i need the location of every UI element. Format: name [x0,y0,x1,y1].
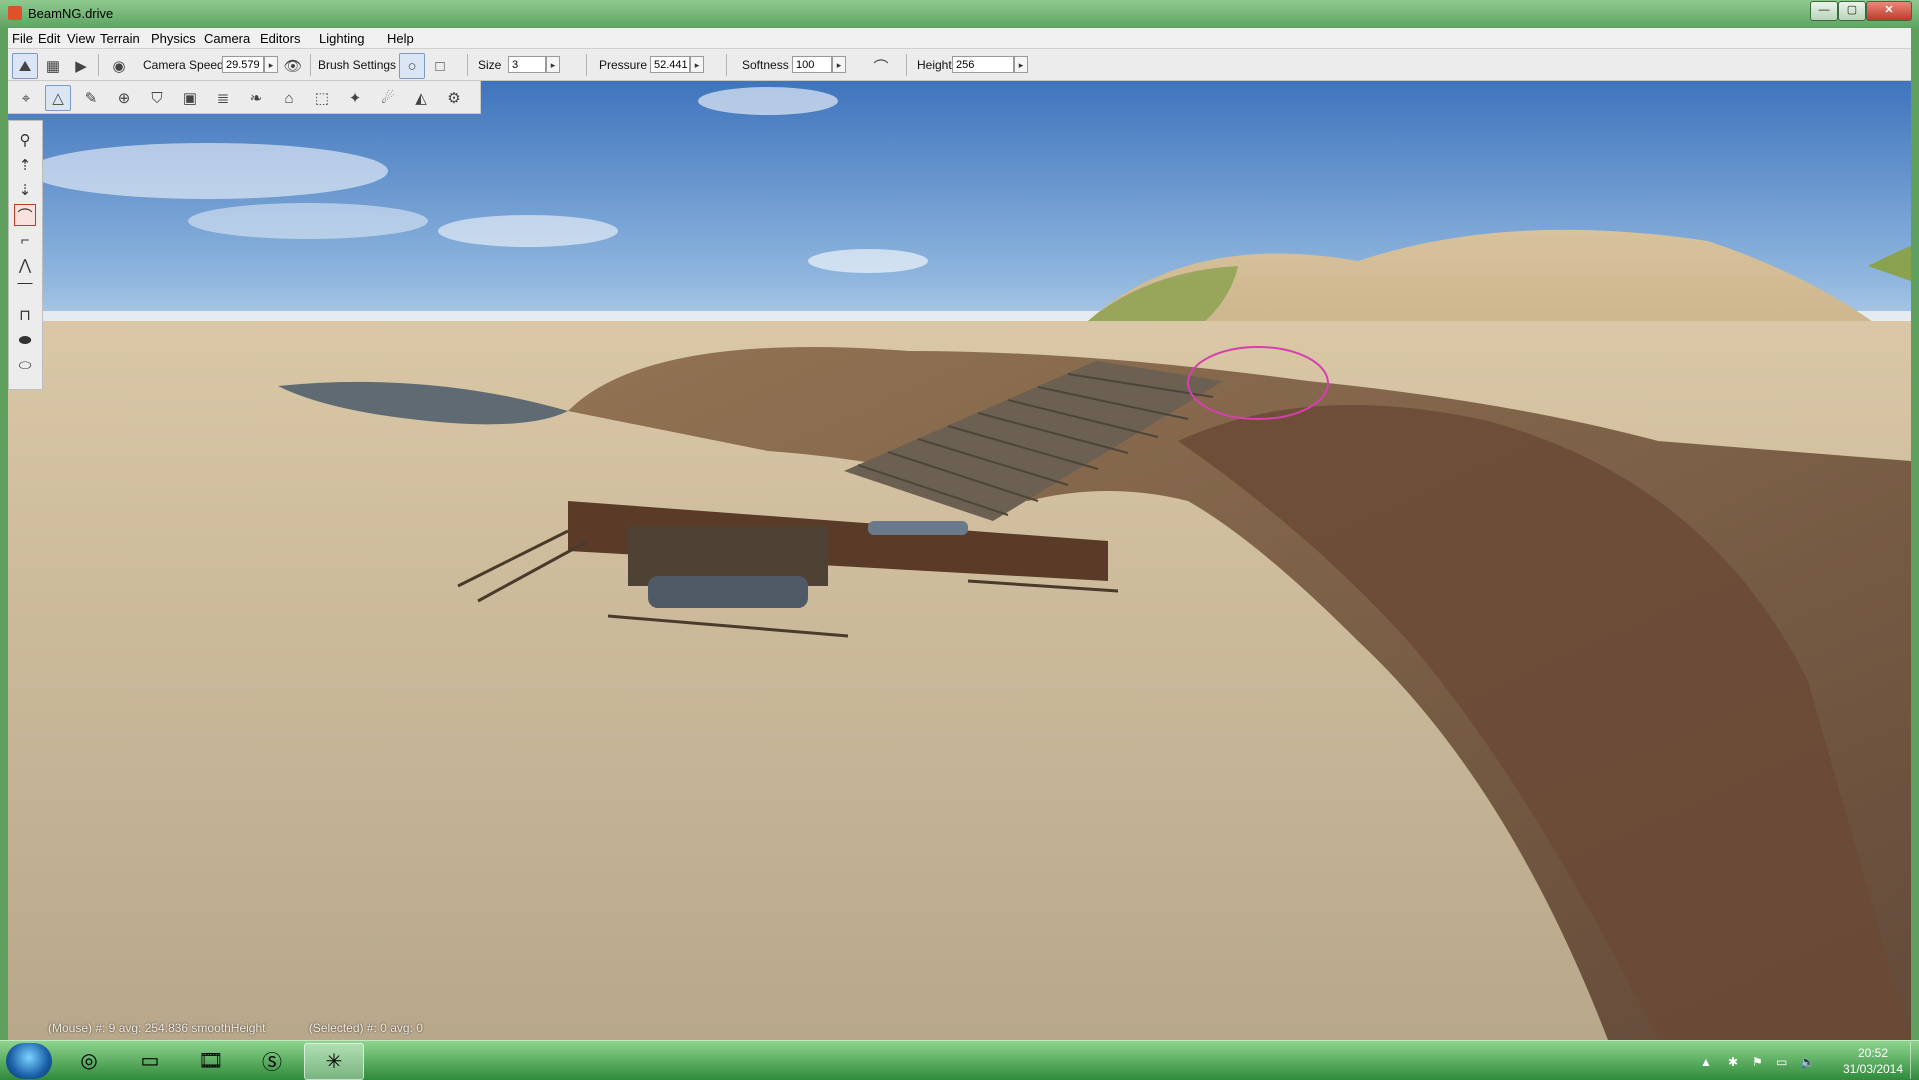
menu-edit[interactable]: Edit [38,31,60,46]
brush-palette: ⚲ ⇡ ⇣ ⌒ ⌐ ⋀ ⎺ ⊓ ⬬ ⬭ [8,120,43,390]
pressure-arrow[interactable]: ▸ [690,56,704,73]
terrain-editor-icon[interactable]: ⛰ [12,53,38,79]
raise-icon[interactable]: ⇡ [14,154,36,176]
menu-lighting[interactable]: Lighting [319,31,365,46]
height-field[interactable]: 256 [952,56,1014,73]
flag-icon[interactable]: ⚑ [1752,1055,1763,1069]
flatten-icon[interactable]: ⌐ [14,229,36,251]
visibility-icon[interactable]: 👁 [280,53,306,79]
image-icon[interactable]: ▣ [177,85,203,111]
status-line: (Mouse) #: 9 avg: 254.836 smoothHeight (… [48,1021,423,1035]
paint-hole-icon[interactable]: ⬬ [14,329,36,351]
height-arrow[interactable]: ▸ [1014,56,1028,73]
file-explorer-app-icon[interactable]: ▭ [121,1043,179,1078]
show-desktop-button[interactable] [1910,1042,1919,1079]
rock-icon[interactable]: ✦ [342,85,368,111]
taskbar: ◎ ▭ 🎞 Ⓢ ✳ ▲ ✱ ⚑ ▭ 🔈 20:52 31/03/2014 [0,1040,1919,1080]
size-label: Size [478,58,502,72]
menu-terrain[interactable]: Terrain [100,31,140,46]
lower-icon[interactable]: ⇣ [14,179,36,201]
height-label: Height [917,58,952,72]
window-title: BeamNG.drive [28,6,114,21]
toolbar-divider [467,54,468,76]
mesh-icon[interactable]: ⚙ [441,85,467,111]
menu-file[interactable]: File [12,31,33,46]
toolbar-divider [726,54,727,76]
clock-time[interactable]: 20:52 [1846,1046,1900,1060]
3d-viewport[interactable] [8,81,1911,1040]
start-button[interactable] [6,1043,52,1079]
volume-icon[interactable]: 🔈 [1800,1055,1815,1069]
menu-camera[interactable]: Camera [204,31,250,46]
main-toolbar: ⛰ ▦ ▶ ◉ Camera Speed 29.579 ▸ 👁 Brush Se… [8,49,1911,81]
toolbar-divider [310,54,311,76]
camera-icon[interactable]: ◉ [106,53,132,79]
show-hidden-icons-icon[interactable]: ▲ [1700,1055,1712,1069]
fill-hole-icon[interactable]: ⬭ [14,354,36,376]
chrome-app-icon[interactable]: ◎ [60,1043,118,1078]
menu-physics[interactable]: Physics [151,31,196,46]
status-mouse: (Mouse) #: 9 avg: 254.836 smoothHeight [48,1021,266,1035]
beamng-logo-icon [8,6,22,20]
monitor-icon[interactable]: ▭ [1776,1055,1787,1069]
square-brush-icon[interactable]: □ [427,53,453,79]
slope-icon[interactable]: ◭ [408,85,434,111]
stack-icon[interactable]: ≣ [210,85,236,111]
toolbar-divider [98,54,99,76]
beamng-app-icon[interactable]: ✳ [304,1043,364,1080]
menu-help[interactable]: Help [387,31,414,46]
menu-editors[interactable]: Editors [260,31,300,46]
camera-speed-label: Camera Speed [143,58,224,72]
shield-icon[interactable]: ⛉ [144,85,170,111]
size-arrow[interactable]: ▸ [546,56,560,73]
softness-label: Softness [742,58,789,72]
clock-date[interactable]: 31/03/2014 [1836,1062,1910,1076]
stamp-icon[interactable]: ⌂ [276,85,302,111]
play-icon[interactable]: ▶ [68,53,94,79]
clear-terrain-icon[interactable]: ⊓ [14,304,36,326]
terrain-tools-toolbar: ⌖ △ ✎ ⊕ ⛉ ▣ ≣ ❧ ⌂ ⬚ ✦ ☄ ◭ ⚙ [8,81,481,114]
pressure-label: Pressure [599,58,648,72]
maximize-button[interactable]: ▢ [1838,1,1866,21]
menu-bar: File Edit View Terrain Physics Camera Ed… [8,28,1911,49]
noise-brush-icon[interactable]: ⋀ [14,254,36,276]
paint-material-icon[interactable]: ✎ [78,85,104,111]
camera-speed-arrow[interactable]: ▸ [264,56,278,73]
feather-icon[interactable]: ❧ [243,85,269,111]
softness-curve-icon[interactable]: ⌒ [868,53,894,79]
layout-icon[interactable]: ▦ [40,53,66,79]
media-player-app-icon[interactable]: 🎞 [182,1043,240,1078]
camera-speed-field[interactable]: 29.579 [222,56,264,73]
terrain-scene[interactable] [8,81,1911,1040]
toolbar-divider [906,54,907,76]
set-height-icon[interactable]: ⎺ [14,279,36,301]
close-button[interactable]: ✕ [1866,1,1912,21]
brush-settings-label: Brush Settings [318,58,397,72]
pressure-field[interactable]: 52.441 [650,56,690,73]
minimize-button[interactable]: — [1810,1,1838,21]
size-field[interactable]: 3 [508,56,546,73]
raise-height-icon[interactable]: △ [45,85,71,111]
circle-brush-icon[interactable]: ○ [399,53,425,79]
select-terrain-icon[interactable]: ⌖ [13,85,39,111]
status-selected: (Selected) #: 0 avg: 0 [308,1021,423,1035]
softness-arrow[interactable]: ▸ [832,56,846,73]
smooth-icon[interactable]: ⊕ [111,85,137,111]
smooth-height-icon[interactable]: ⌒ [14,204,36,226]
network-icon[interactable]: ✱ [1728,1055,1738,1069]
bounds-icon[interactable]: ⬚ [309,85,335,111]
noise-icon[interactable]: ☄ [375,85,401,111]
app-window: BeamNG.drive — ▢ ✕ File Edit View Terrai… [0,0,1919,1040]
skype-app-icon[interactable]: Ⓢ [243,1043,301,1078]
softness-field[interactable]: 100 [792,56,832,73]
menu-view[interactable]: View [67,31,95,46]
toolbar-divider [586,54,587,76]
title-bar[interactable]: BeamNG.drive — ▢ ✕ [0,0,1919,27]
adjust-height-icon[interactable]: ⚲ [14,129,36,151]
